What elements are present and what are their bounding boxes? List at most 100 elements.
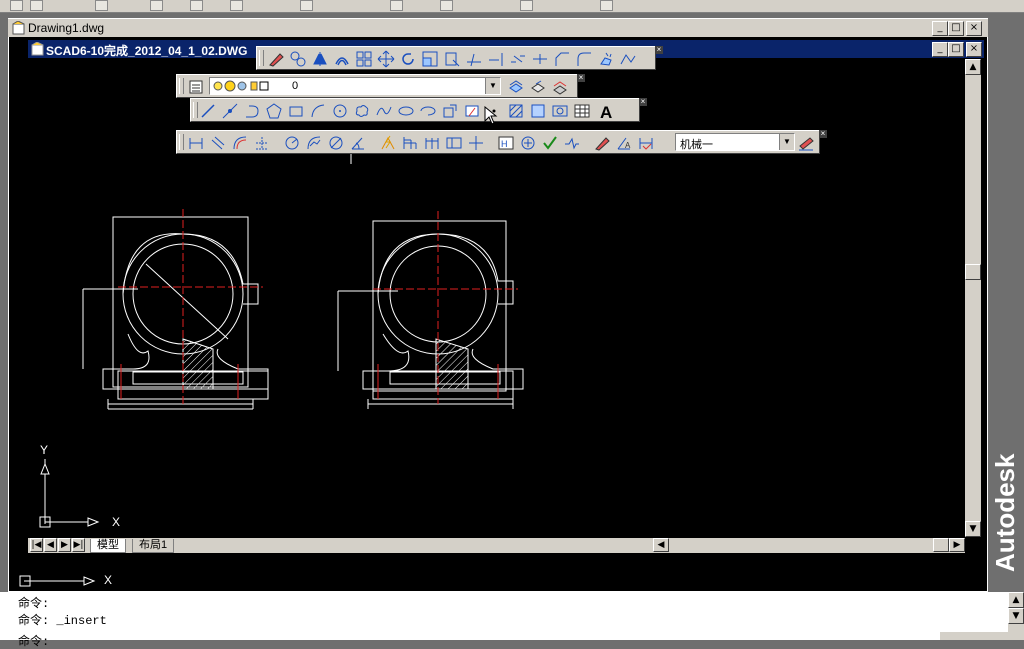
edit-polyline-icon[interactable] [619, 50, 637, 68]
chevron-down-icon[interactable]: ▼ [779, 134, 794, 150]
construction-line-icon[interactable] [221, 102, 239, 120]
multiline-text-icon[interactable]: A [597, 102, 615, 122]
toolbar-button[interactable] [520, 0, 533, 11]
arc-length-icon[interactable] [231, 134, 249, 152]
region-icon[interactable] [551, 102, 569, 120]
command-line-area[interactable]: 命令: 命令: _insert 命令: [0, 592, 1008, 649]
toolbar-button[interactable] [150, 0, 163, 11]
prev-tab-icon[interactable]: ◀ [44, 538, 57, 552]
toolbar-button[interactable] [95, 0, 108, 11]
erase-icon[interactable] [267, 50, 285, 68]
vertical-scrollbar[interactable]: ▲ ▼ [965, 59, 981, 537]
minimize-icon[interactable]: _ [932, 42, 948, 57]
continue-dimension-icon[interactable] [423, 134, 441, 152]
jogged-dimension-icon[interactable] [305, 134, 323, 152]
toolbar-button[interactable] [390, 0, 403, 11]
center-mark-icon[interactable] [467, 134, 485, 152]
circle-icon[interactable] [331, 102, 349, 120]
layer-properties-icon[interactable] [187, 78, 205, 96]
tab-model[interactable]: 模型 [90, 539, 126, 553]
maximize-icon[interactable]: □ [948, 42, 964, 57]
baseline-dimension-icon[interactable] [401, 134, 419, 152]
chamfer-icon[interactable] [553, 50, 571, 68]
scale-icon[interactable] [421, 50, 439, 68]
make-object-layer-current-icon[interactable] [507, 78, 525, 96]
tolerance-icon[interactable] [445, 134, 463, 152]
gradient-icon[interactable] [529, 102, 547, 120]
toolbar-button[interactable] [440, 0, 453, 11]
line-icon[interactable] [199, 102, 217, 120]
copy-icon[interactable] [289, 50, 307, 68]
maximize-icon[interactable]: □ [948, 21, 964, 36]
scroll-right-icon[interactable]: ▶ [949, 538, 965, 552]
extend-icon[interactable] [487, 50, 505, 68]
ellipse-icon[interactable] [397, 102, 415, 120]
command-hscroll[interactable] [940, 632, 1008, 640]
close-icon[interactable]: × [819, 130, 827, 138]
layer-previous-icon[interactable] [529, 78, 547, 96]
ordinate-dimension-icon[interactable] [253, 134, 271, 152]
diameter-dimension-icon[interactable] [327, 134, 345, 152]
table-icon[interactable] [573, 102, 591, 120]
first-tab-icon[interactable]: |◀ [30, 538, 43, 552]
close-icon[interactable]: × [966, 42, 982, 57]
angular-dimension-icon[interactable] [349, 134, 367, 152]
toolbar-button[interactable] [600, 0, 613, 11]
tab-layout1[interactable]: 布局1 [132, 539, 175, 553]
break-icon[interactable] [509, 50, 527, 68]
dimension-text-angle-icon[interactable]: A [615, 134, 633, 152]
next-tab-icon[interactable]: ▶ [58, 538, 71, 552]
radius-dimension-icon[interactable] [283, 134, 301, 152]
toolbar-button[interactable] [190, 0, 203, 11]
aligned-dimension-icon[interactable] [209, 134, 227, 152]
mirror-icon[interactable] [311, 50, 329, 68]
revision-cloud-icon[interactable] [353, 102, 371, 120]
close-icon[interactable]: × [577, 74, 585, 82]
rectangle-icon[interactable] [287, 102, 305, 120]
rotate-icon[interactable] [399, 50, 417, 68]
scroll-up-icon[interactable]: ▲ [1008, 592, 1024, 608]
insert-block-icon[interactable] [441, 102, 459, 120]
quick-dimension-icon[interactable] [379, 134, 397, 152]
array-icon[interactable] [355, 50, 373, 68]
arc-icon[interactable] [309, 102, 327, 120]
hatch-icon[interactable] [507, 102, 525, 120]
polygon-icon[interactable] [265, 102, 283, 120]
dimension-jog-icon[interactable] [563, 134, 581, 152]
scroll-up-icon[interactable]: ▲ [965, 59, 981, 75]
toolbar-button[interactable] [10, 0, 23, 11]
horizontal-scrollbar[interactable]: ◀ ▶ [653, 538, 965, 553]
dimension-update-icon[interactable] [541, 134, 559, 152]
dimension-text-edit-icon[interactable] [593, 134, 611, 152]
polyline-icon[interactable] [243, 102, 261, 120]
scroll-down-icon[interactable]: ▼ [965, 521, 981, 537]
toolbar-button[interactable] [30, 0, 43, 11]
scroll-down-icon[interactable]: ▼ [1008, 608, 1024, 624]
fillet-icon[interactable] [575, 50, 593, 68]
scroll-thumb[interactable] [965, 264, 981, 280]
linear-dimension-icon[interactable] [187, 134, 205, 152]
dimension-update-style-icon[interactable] [637, 134, 655, 152]
offset-icon[interactable] [333, 50, 351, 68]
chevron-down-icon[interactable]: ▼ [485, 78, 500, 94]
dimension-edit-icon[interactable]: H [497, 134, 515, 152]
scroll-thumb-horizontal[interactable] [933, 538, 949, 552]
close-icon[interactable]: × [966, 21, 982, 36]
make-block-icon[interactable] [463, 102, 481, 120]
close-icon[interactable]: × [655, 46, 663, 54]
command-scrollbar[interactable]: ▲ ▼ [1008, 592, 1024, 640]
minimize-icon[interactable]: _ [932, 21, 948, 36]
toolbar-button[interactable] [300, 0, 313, 11]
spline-icon[interactable] [375, 102, 393, 120]
join-icon[interactable] [531, 50, 549, 68]
last-tab-icon[interactable]: ▶| [72, 538, 85, 552]
trim-icon[interactable] [465, 50, 483, 68]
stretch-icon[interactable] [443, 50, 461, 68]
toolbar-button[interactable] [230, 0, 243, 11]
layer-states-icon[interactable] [551, 78, 569, 96]
dimension-style-manager-icon[interactable] [797, 134, 815, 152]
inspection-icon[interactable] [519, 134, 537, 152]
explode-icon[interactable] [597, 50, 615, 68]
scroll-left-icon[interactable]: ◀ [653, 538, 669, 552]
ellipse-arc-icon[interactable] [419, 102, 437, 120]
